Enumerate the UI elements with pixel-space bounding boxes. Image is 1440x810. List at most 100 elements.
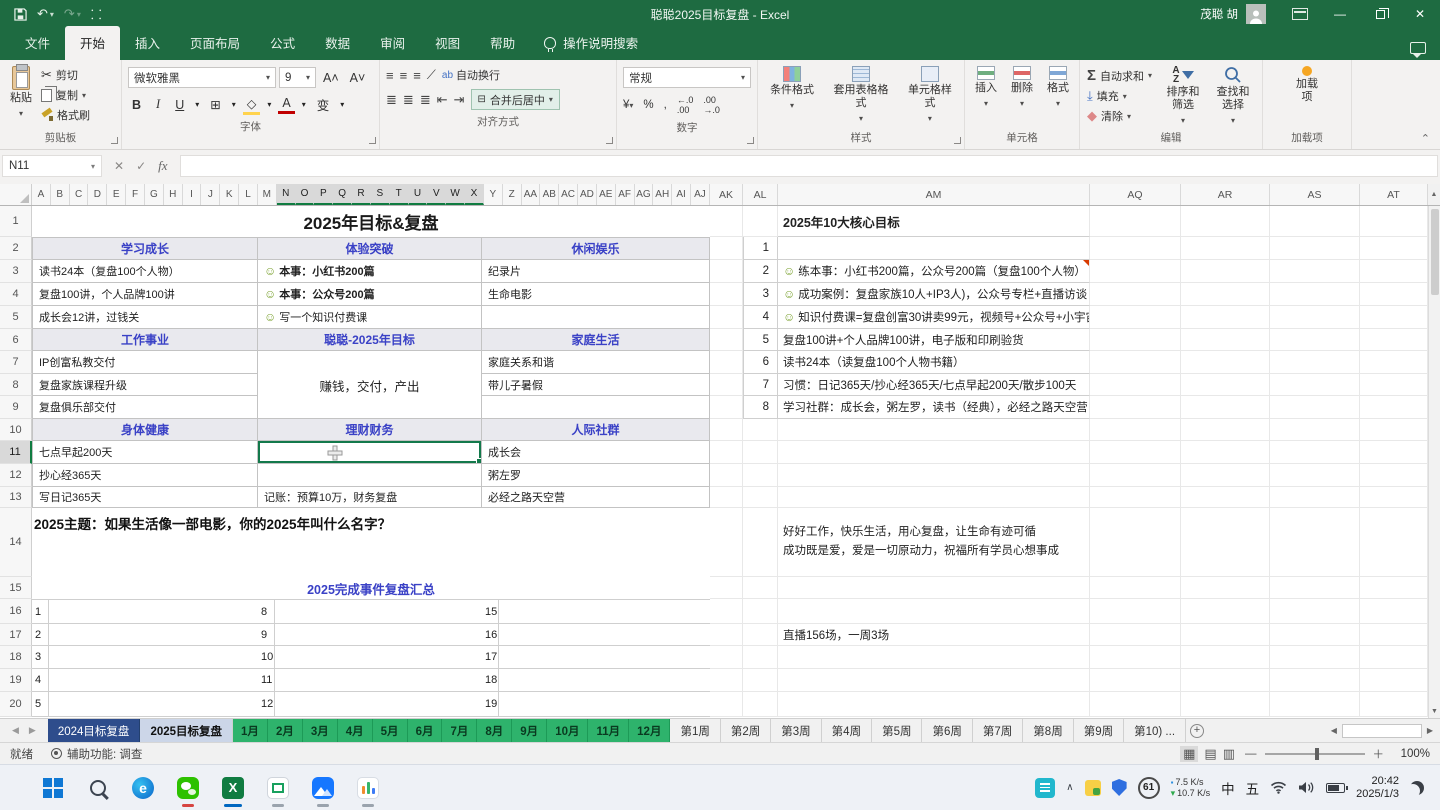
cell-r6-at[interactable] [1360, 329, 1428, 351]
account-name[interactable]: 茂聪 胡 [1200, 6, 1238, 22]
cell-r10-ak[interactable] [710, 419, 743, 441]
cell-r12-aq[interactable] [1090, 464, 1181, 487]
font-size-select[interactable]: 9▾ [279, 67, 316, 88]
col-header-B[interactable]: B [51, 184, 70, 205]
list-cell-r20-c3[interactable]: 19 [482, 692, 710, 717]
menu-tab-数据[interactable]: 数据 [310, 26, 365, 60]
menu-tab-视图[interactable]: 视图 [420, 26, 475, 60]
cell-r4-c2[interactable]: ☺本事：公众号200篇 [258, 283, 482, 306]
cell-r9-as[interactable] [1270, 396, 1360, 419]
col-header-E[interactable]: E [107, 184, 126, 205]
align-right-icon[interactable]: ≣ [420, 92, 431, 108]
list-cell-r19-c3[interactable]: 18 [482, 669, 710, 692]
name-box[interactable]: N11▾ [2, 155, 102, 177]
cell-r7-ak[interactable] [710, 351, 743, 374]
cell-r6-as[interactable] [1270, 329, 1360, 351]
row-header-13[interactable]: 13 [0, 487, 32, 508]
cell-r16-as[interactable] [1270, 599, 1360, 624]
cell-r11-at[interactable] [1360, 441, 1428, 464]
cell-r18-am[interactable] [778, 646, 1090, 669]
sheet-tab-6月[interactable]: 6月 [408, 719, 443, 742]
formula-input[interactable] [180, 155, 1438, 177]
cell-r12-as[interactable] [1270, 464, 1360, 487]
cell-r11-aq[interactable] [1090, 441, 1181, 464]
sort-filter-button[interactable]: AZ 排序和筛选▾ [1158, 64, 1208, 129]
wechat-button[interactable] [175, 775, 201, 801]
cell-r3-ar[interactable] [1181, 260, 1270, 283]
format-as-table-button[interactable]: 套用表格格式▾ [826, 64, 896, 127]
cell-r9-c2[interactable] [258, 396, 482, 419]
page-layout-view-button[interactable]: ▤ [1204, 746, 1216, 762]
sheet-nav-left-icon[interactable]: ◀ [12, 725, 19, 736]
cell-r8-c2[interactable]: 赚钱，交付，产出 [258, 374, 482, 396]
cell-r10-at[interactable] [1360, 419, 1428, 441]
cell-r12-c3[interactable]: 粥左罗 [482, 464, 710, 487]
undo-button[interactable]: ↶▾ [37, 6, 54, 22]
align-bottom-icon[interactable]: ≡ [413, 68, 421, 83]
cell-r19-aq[interactable] [1090, 669, 1181, 692]
sheet-tab-2月[interactable]: 2月 [268, 719, 303, 742]
col-header-W[interactable]: W [446, 184, 465, 205]
row-header-16[interactable]: 16 [0, 599, 32, 624]
sheet-tab-2024目标复盘[interactable]: 2024目标复盘 [48, 719, 141, 742]
find-select-button[interactable]: 查找和选择▾ [1208, 64, 1258, 129]
phonetic-button[interactable]: 变 [313, 94, 334, 115]
cell-r9-am[interactable]: 学习社群：成长会，粥左罗，读书（经典），必经之路天空营 [778, 396, 1090, 419]
sheet-tab-2025目标复盘[interactable]: 2025目标复盘 [140, 719, 233, 742]
col-header-Z[interactable]: Z [503, 184, 522, 205]
cell-r13-c3[interactable]: 必经之路天空营 [482, 487, 710, 508]
row-header-17[interactable]: 17 [0, 624, 32, 646]
cell-r8-c3[interactable]: 带儿子暑假 [482, 374, 710, 396]
copy-button[interactable]: 复制▾ [38, 85, 93, 105]
menu-tab-帮助[interactable]: 帮助 [475, 26, 530, 60]
cell-r6-ar[interactable] [1181, 329, 1270, 351]
decrease-indent-icon[interactable]: ⇤ [437, 92, 448, 108]
cell-r9-c1[interactable]: 复盘俱乐部交付 [32, 396, 258, 419]
zoom-slider[interactable] [1265, 753, 1365, 755]
align-top-icon[interactable]: ≡ [386, 68, 394, 83]
merge-center-button[interactable]: ⊟合并后居中▾ [471, 89, 560, 110]
cell-r9-aq[interactable] [1090, 396, 1181, 419]
cell-r3-am[interactable]: ☺练本事：小红书200篇，公众号200篇（复盘100个人物） [778, 260, 1090, 283]
cell-r17-ar[interactable] [1181, 624, 1270, 646]
cell-r10-ar[interactable] [1181, 419, 1270, 441]
cell-r8-ak[interactable] [710, 374, 743, 396]
list-empty-field[interactable] [49, 692, 258, 716]
col-header-C[interactable]: C [70, 184, 89, 205]
sheet-tab-9月[interactable]: 9月 [512, 719, 547, 742]
row-header-7[interactable]: 7 [0, 351, 32, 374]
col-header-AL[interactable]: AL [743, 184, 778, 205]
font-name-select[interactable]: 微软雅黑▾ [128, 67, 276, 88]
list-cell-r20-c1[interactable]: 5 [32, 692, 258, 717]
cell-r13-aq[interactable] [1090, 487, 1181, 508]
cell-r14-aq[interactable] [1090, 508, 1181, 577]
cell-r5-c3[interactable] [482, 306, 710, 329]
cell-r14-as[interactable] [1270, 508, 1360, 577]
col-header-AA[interactable]: AA [522, 184, 541, 205]
cell-r9-ak[interactable] [710, 396, 743, 419]
cell-r19-al[interactable] [743, 669, 778, 692]
cell-r3-c2[interactable]: ☺本事：小红书200篇 [258, 260, 482, 283]
clipboard-dialog-launcher[interactable] [111, 137, 118, 144]
list-empty-field[interactable] [49, 669, 258, 691]
list-cell-r17-c2[interactable]: 9 [258, 624, 482, 646]
cell-r15-am[interactable] [778, 577, 1090, 599]
list-empty-field[interactable] [499, 646, 710, 668]
avatar[interactable] [1246, 4, 1266, 24]
cell-r6-aq[interactable] [1090, 329, 1181, 351]
cell-r16-ak[interactable] [710, 599, 743, 624]
cell-r11-c3[interactable]: 成长会 [482, 441, 710, 464]
list-cell-r18-c1[interactable]: 3 [32, 646, 258, 669]
cell-r11-al[interactable] [743, 441, 778, 464]
cell-r7-c2[interactable] [258, 351, 482, 374]
cell-r7-am[interactable]: 读书24本（读复盘100个人物书籍） [778, 351, 1090, 374]
sheet-nav-right-icon[interactable]: ▶ [29, 725, 36, 736]
styles-dialog-launcher[interactable] [954, 137, 961, 144]
col-header-X[interactable]: X [465, 184, 484, 205]
redo-button[interactable]: ↷▾ [64, 6, 81, 22]
cell-r13-c2[interactable]: 记账：预算10万，财务复盘 [258, 487, 482, 508]
cell-r19-as[interactable] [1270, 669, 1360, 692]
restore-button[interactable] [1360, 0, 1400, 28]
security-shield-icon[interactable] [1112, 779, 1127, 796]
col-header-Q[interactable]: Q [333, 184, 352, 205]
